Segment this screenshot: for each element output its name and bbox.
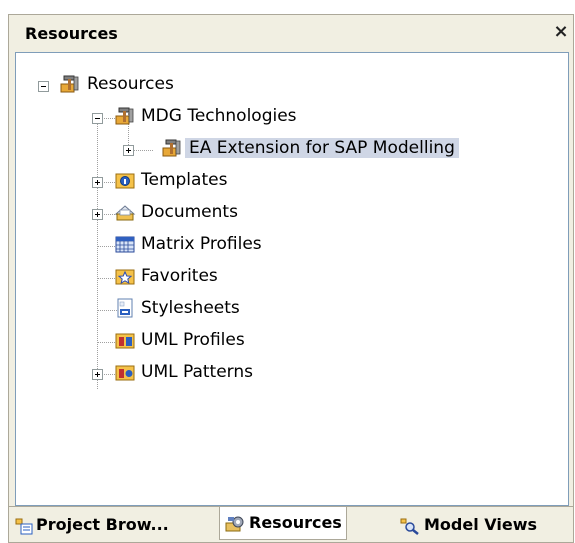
hammer-wrench-icon (115, 107, 134, 125)
tree-node-label: Documents (141, 202, 238, 222)
tree-node-label: UML Profiles (141, 330, 245, 350)
tree-node-matrix-profiles[interactable]: Matrix Profiles (137, 231, 266, 257)
matrix-icon (115, 236, 135, 253)
resources-panel: Resources × Resources MDG Technologies E… (8, 14, 574, 543)
tree-node-resources[interactable]: Resources (83, 71, 178, 97)
tree-node-label: Templates (141, 170, 228, 190)
tree-node-favorites[interactable]: Favorites (137, 263, 222, 289)
resources-tree[interactable]: Resources MDG Technologies EA Extension … (15, 52, 569, 506)
tab-model-views[interactable]: Model Views (399, 511, 537, 539)
uml-pattern-icon (115, 365, 135, 381)
tab-label: Project Brow... (36, 515, 169, 534)
hammer-wrench-icon (60, 75, 79, 93)
expand-toggle[interactable] (123, 145, 134, 156)
panel-titlebar: Resources × (9, 15, 573, 51)
documents-icon (114, 205, 136, 221)
tree-node-label: Resources (87, 74, 174, 94)
tree-node-mdg-technologies[interactable]: MDG Technologies (137, 103, 301, 129)
collapse-toggle[interactable] (92, 113, 103, 124)
favorites-star-icon (115, 269, 135, 285)
stylesheet-icon (117, 298, 133, 318)
tree-connector (97, 113, 98, 389)
tree-node-label: UML Patterns (141, 362, 254, 382)
project-browser-icon (15, 518, 33, 534)
tree-node-label: Matrix Profiles (141, 234, 262, 254)
tree-node-label: EA Extension for SAP Modelling (185, 138, 459, 158)
tree-node-uml-patterns[interactable]: UML Patterns (137, 359, 257, 385)
tab-label: Resources (249, 513, 342, 532)
tab-project-browser[interactable]: Project Brow... (15, 511, 169, 539)
tree-node-label: MDG Technologies (141, 106, 297, 126)
tree-node-documents[interactable]: Documents (137, 199, 242, 225)
tree-node-stylesheets[interactable]: Stylesheets (137, 295, 244, 321)
templates-icon (115, 173, 135, 189)
expand-toggle[interactable] (92, 209, 103, 220)
tree-node-label: Stylesheets (141, 298, 240, 318)
hammer-wrench-icon (162, 139, 181, 157)
panel-tab-bar: Project Brow... Resources Model Views (9, 506, 573, 542)
collapse-toggle[interactable] (38, 81, 49, 92)
expand-toggle[interactable] (92, 177, 103, 188)
uml-profile-icon (115, 333, 135, 349)
tab-label: Model Views (424, 515, 538, 534)
tab-resources[interactable]: Resources (219, 507, 347, 540)
tree-node-ea-extension-sap[interactable]: EA Extension for SAP Modelling (185, 135, 459, 161)
tree-node-uml-profiles[interactable]: UML Profiles (137, 327, 249, 353)
resources-tab-icon (225, 516, 244, 531)
panel-title: Resources (25, 24, 118, 43)
tree-connector (133, 150, 153, 151)
model-views-icon (400, 518, 419, 535)
close-button[interactable]: × (551, 22, 571, 42)
tree-node-label: Favorites (141, 266, 218, 286)
expand-toggle[interactable] (92, 369, 103, 380)
tree-node-templates[interactable]: Templates (137, 167, 231, 193)
